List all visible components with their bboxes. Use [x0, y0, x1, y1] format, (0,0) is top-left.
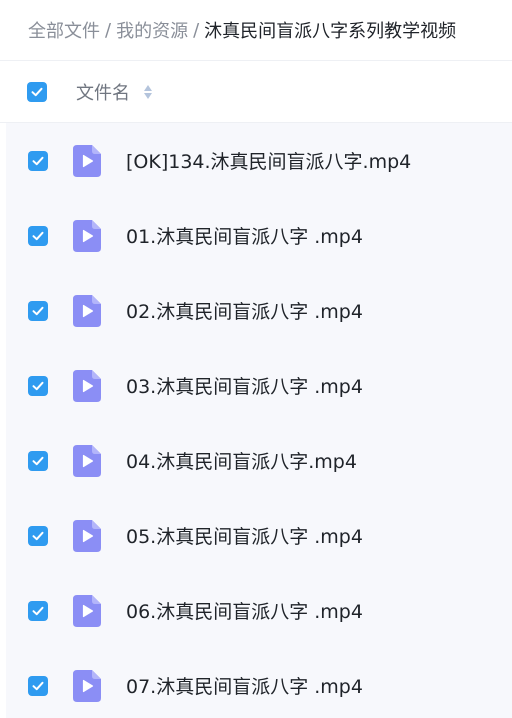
sort-descending-icon [144, 92, 152, 99]
check-icon [32, 606, 44, 615]
check-icon [31, 87, 43, 96]
file-list: [OK]134.沐真民间盲派八字.mp4 01.沐真民间盲派八字 .mp4 02… [6, 123, 512, 718]
video-file-icon [73, 519, 101, 552]
file-row[interactable]: 04.沐真民间盲派八字.mp4 [6, 423, 512, 498]
video-file-icon [73, 219, 101, 252]
file-list-header: 文件名 [0, 61, 512, 123]
file-checkbox[interactable] [28, 300, 48, 321]
file-browser: 全部文件 / 我的资源 / 沐真民间盲派八字系列教学视频 文件名 [OK]134… [0, 0, 512, 718]
file-row[interactable]: 02.沐真民间盲派八字 .mp4 [6, 273, 512, 348]
check-icon [32, 231, 44, 240]
check-icon [32, 306, 44, 315]
check-icon [32, 531, 44, 540]
file-name[interactable]: 04.沐真民间盲派八字.mp4 [126, 447, 357, 474]
file-checkbox[interactable] [28, 225, 48, 246]
file-name[interactable]: 01.沐真民间盲派八字 .mp4 [126, 222, 363, 249]
breadcrumb-current-folder: 沐真民间盲派八字系列教学视频 [204, 21, 457, 42]
file-checkbox[interactable] [28, 150, 48, 171]
check-icon [32, 681, 44, 690]
breadcrumb-separator: / [193, 19, 200, 41]
video-file-icon [73, 294, 101, 327]
video-file-icon [73, 594, 101, 627]
video-file-icon [73, 444, 101, 477]
file-checkbox[interactable] [28, 450, 48, 471]
sort-ascending-icon [144, 84, 152, 91]
video-file-icon [73, 144, 101, 177]
file-name[interactable]: 06.沐真民间盲派八字 .mp4 [126, 597, 363, 624]
file-row[interactable]: [OK]134.沐真民间盲派八字.mp4 [6, 123, 512, 198]
column-header-filename[interactable]: 文件名 [76, 79, 130, 105]
file-checkbox[interactable] [28, 600, 48, 621]
file-name[interactable]: 03.沐真民间盲派八字 .mp4 [126, 372, 363, 399]
breadcrumb-my-resources[interactable]: 我的资源 [116, 17, 188, 43]
file-checkbox[interactable] [28, 525, 48, 546]
file-row[interactable]: 06.沐真民间盲派八字 .mp4 [6, 573, 512, 648]
check-icon [32, 381, 44, 390]
file-row[interactable]: 07.沐真民间盲派八字 .mp4 [6, 648, 512, 718]
file-checkbox[interactable] [28, 675, 48, 696]
breadcrumb-all-files[interactable]: 全部文件 [28, 17, 100, 43]
breadcrumb: 全部文件 / 我的资源 / 沐真民间盲派八字系列教学视频 [0, 0, 512, 61]
sort-icon[interactable] [144, 84, 152, 99]
video-file-icon [73, 669, 101, 702]
check-icon [32, 156, 44, 165]
check-icon [32, 456, 44, 465]
file-row[interactable]: 01.沐真民间盲派八字 .mp4 [6, 198, 512, 273]
breadcrumb-separator: / [105, 19, 112, 41]
file-name[interactable]: 07.沐真民间盲派八字 .mp4 [126, 672, 363, 699]
file-name[interactable]: [OK]134.沐真民间盲派八字.mp4 [126, 147, 411, 174]
file-row[interactable]: 05.沐真民间盲派八字 .mp4 [6, 498, 512, 573]
file-checkbox[interactable] [28, 375, 48, 396]
file-name[interactable]: 02.沐真民间盲派八字 .mp4 [126, 297, 363, 324]
select-all-checkbox[interactable] [27, 81, 47, 102]
video-file-icon [73, 369, 101, 402]
file-name[interactable]: 05.沐真民间盲派八字 .mp4 [126, 522, 363, 549]
file-row[interactable]: 03.沐真民间盲派八字 .mp4 [6, 348, 512, 423]
